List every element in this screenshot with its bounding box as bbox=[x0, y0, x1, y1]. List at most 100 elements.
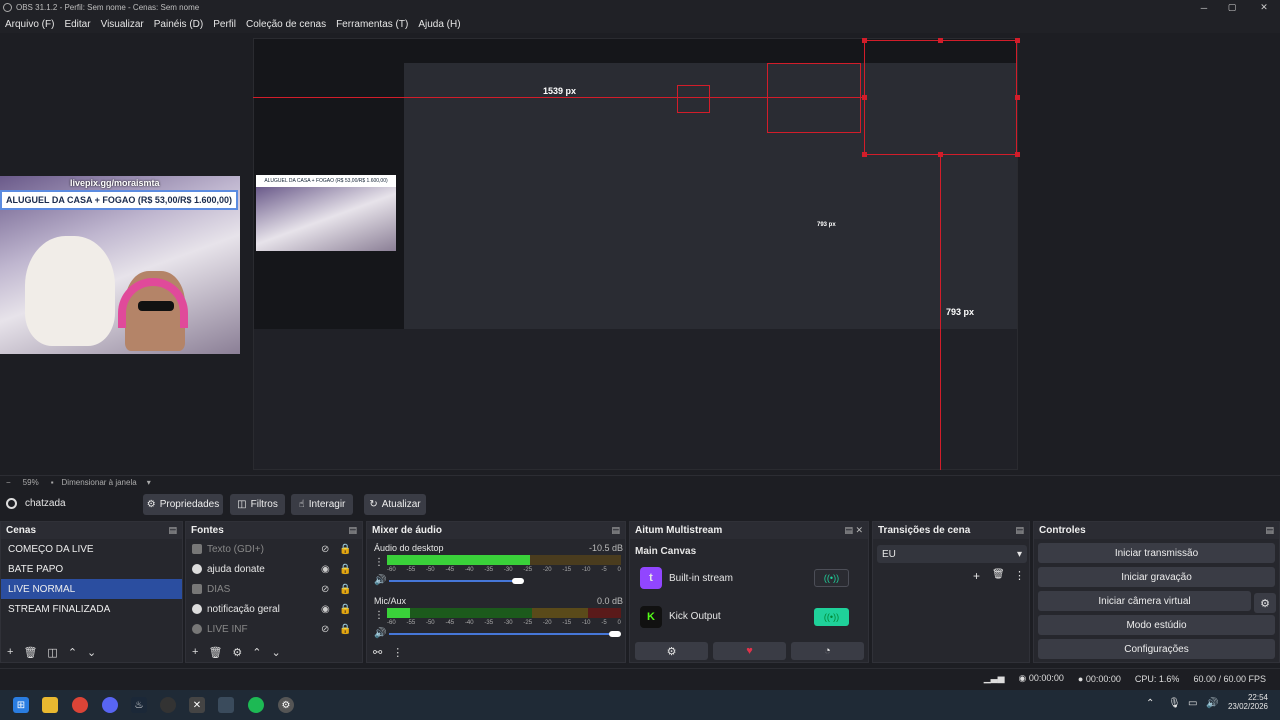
volume-icon[interactable]: 🔊 bbox=[1206, 698, 1218, 709]
move-down-icon[interactable]: ⌄ bbox=[272, 646, 281, 659]
resize-handle[interactable] bbox=[862, 95, 867, 100]
lock-icon[interactable]: 🔒 bbox=[339, 564, 351, 575]
add-transition-icon[interactable]: + bbox=[973, 569, 980, 583]
menu-editar[interactable]: Editar bbox=[59, 19, 95, 30]
resize-handle[interactable] bbox=[1015, 38, 1020, 43]
eye-off-icon[interactable]: ⊘ bbox=[321, 584, 329, 595]
stream-toggle-button-active[interactable]: ((•)) bbox=[814, 608, 849, 626]
minimize-button[interactable]: ─ bbox=[1190, 0, 1218, 15]
lock-icon[interactable]: 🔒 bbox=[339, 624, 351, 635]
resize-handle[interactable] bbox=[862, 38, 867, 43]
terminal-icon[interactable] bbox=[218, 697, 234, 713]
dock-menu-icon[interactable]: ▤ bbox=[1015, 525, 1024, 536]
file-explorer-icon[interactable] bbox=[42, 697, 58, 713]
gear-icon[interactable]: ⚙ bbox=[635, 642, 708, 660]
scene-item[interactable]: BATE PAPO bbox=[1, 559, 182, 579]
volume-slider-handle[interactable] bbox=[512, 578, 525, 584]
gear-icon[interactable]: ⚙ bbox=[1254, 593, 1276, 613]
start-recording-button[interactable]: Iniciar gravação bbox=[1038, 567, 1275, 587]
eye-icon[interactable]: ◉ bbox=[321, 604, 330, 615]
windows-start-icon[interactable]: ⊞ bbox=[13, 697, 29, 713]
chevron-up-icon[interactable]: ⌃ bbox=[1146, 698, 1154, 709]
resize-handle[interactable] bbox=[1015, 95, 1020, 100]
dock-menu-icon[interactable]: ▤ ✕ bbox=[844, 525, 863, 536]
channel-menu-icon[interactable]: ⋮ bbox=[374, 557, 384, 568]
start-stream-button[interactable]: Iniciar transmissão bbox=[1038, 543, 1275, 563]
chrome-icon[interactable] bbox=[72, 697, 88, 713]
trash-icon[interactable]: 🗑 bbox=[23, 646, 37, 659]
menu-colecao-cenas[interactable]: Coleção de cenas bbox=[241, 19, 331, 30]
lock-icon[interactable]: 🔒 bbox=[339, 584, 351, 595]
scene-item[interactable]: STREAM FINALIZADA bbox=[1, 599, 182, 619]
studio-mode-button[interactable]: Modo estúdio bbox=[1038, 615, 1275, 635]
steam-icon[interactable]: ♨ bbox=[131, 697, 147, 713]
settings-button[interactable]: Configurações bbox=[1038, 639, 1275, 659]
menu-arquivo[interactable]: Arquivo (F) bbox=[0, 19, 59, 30]
volume-slider-handle[interactable] bbox=[609, 631, 621, 637]
clock[interactable]: 22:54 23/02/2026 bbox=[1226, 693, 1268, 711]
trash-icon[interactable]: 🗑 bbox=[992, 569, 1005, 580]
start-virtual-camera-button[interactable]: Iniciar câmera virtual bbox=[1038, 591, 1251, 611]
interact-button[interactable]: ☝ Interagir bbox=[291, 494, 353, 515]
scene-item-selected[interactable]: LIVE NORMAL bbox=[1, 579, 182, 599]
source-item[interactable]: notificação geral ◉ 🔒 bbox=[186, 599, 362, 619]
resize-handle[interactable] bbox=[938, 38, 943, 43]
add-source-icon[interactable]: + bbox=[192, 646, 198, 658]
source-item[interactable]: ajuda donate ◉ 🔒 bbox=[186, 559, 362, 579]
dock-menu-icon[interactable]: ▤ bbox=[348, 525, 357, 536]
speaker-icon[interactable]: 🔊 bbox=[374, 575, 386, 586]
stream-toggle-button[interactable]: ((•)) bbox=[814, 569, 849, 587]
menu-paineis[interactable]: Painéis (D) bbox=[149, 19, 208, 30]
zoom-minus[interactable]: − bbox=[6, 478, 11, 487]
more-icon[interactable]: ⋮ bbox=[1014, 569, 1025, 582]
trash-icon[interactable]: 🗑 bbox=[208, 646, 222, 659]
gear-icon[interactable]: ⚙ bbox=[232, 646, 242, 659]
obs-icon[interactable]: ⚙ bbox=[278, 697, 294, 713]
move-up-icon[interactable]: ⌃ bbox=[68, 646, 77, 659]
source-item[interactable]: DIAS ⊘ 🔒 bbox=[186, 579, 362, 599]
resize-handle[interactable] bbox=[1015, 152, 1020, 157]
volume-slider-track[interactable] bbox=[389, 633, 619, 635]
channel-menu-icon[interactable]: ⋮ bbox=[374, 610, 384, 621]
properties-button[interactable]: ⚙ Propriedades bbox=[143, 494, 223, 515]
link-icon[interactable]: ⚯ bbox=[373, 646, 382, 659]
microphone-icon[interactable]: 🎙 bbox=[1168, 698, 1181, 709]
heart-icon[interactable]: ♥ bbox=[713, 642, 786, 660]
transition-select[interactable]: EU ▾ bbox=[877, 545, 1027, 563]
clock-app-icon[interactable] bbox=[160, 697, 176, 713]
chevron-down-icon[interactable]: ▾ bbox=[147, 478, 151, 487]
resize-handle[interactable] bbox=[862, 152, 867, 157]
filters-button[interactable]: ◫ Filtros bbox=[230, 494, 285, 515]
zoom-slider[interactable]: ▪ bbox=[51, 478, 54, 487]
eye-off-icon[interactable]: ⊘ bbox=[321, 544, 329, 555]
eye-icon[interactable]: ◉ bbox=[321, 564, 330, 575]
spotify-icon[interactable] bbox=[248, 697, 264, 713]
maximize-button[interactable]: ▢ bbox=[1218, 0, 1246, 15]
lock-icon[interactable]: 🔒 bbox=[339, 544, 351, 555]
zoom-mode[interactable]: Dimensionar à janela bbox=[62, 478, 137, 487]
resize-handle[interactable] bbox=[938, 152, 943, 157]
menu-perfil[interactable]: Perfil bbox=[208, 19, 241, 30]
discord-icon[interactable]: ◔ bbox=[791, 642, 864, 660]
volume-slider-track[interactable] bbox=[389, 580, 523, 582]
filter-icon[interactable]: ◫ bbox=[47, 646, 57, 659]
source-item[interactable]: LIVE INF ⊘ 🔒 bbox=[186, 619, 362, 639]
menu-ajuda[interactable]: Ajuda (H) bbox=[413, 19, 465, 30]
selection-box[interactable] bbox=[864, 40, 1017, 155]
source-item[interactable]: Texto (GDI+) ⊘ 🔒 bbox=[186, 539, 362, 559]
move-down-icon[interactable]: ⌄ bbox=[87, 646, 96, 659]
zoom-value[interactable]: 59% bbox=[23, 478, 39, 487]
menu-ferramentas[interactable]: Ferramentas (T) bbox=[331, 19, 413, 30]
network-icon[interactable]: ▭ bbox=[1188, 698, 1197, 709]
more-icon[interactable]: ⋮ bbox=[392, 646, 403, 659]
menu-visualizar[interactable]: Visualizar bbox=[96, 19, 149, 30]
lock-icon[interactable]: 🔒 bbox=[339, 604, 351, 615]
scene-item[interactable]: COMEÇO DA LIVE bbox=[1, 539, 182, 559]
dock-menu-icon[interactable]: ▤ bbox=[1265, 525, 1274, 536]
eye-off-icon[interactable]: ⊘ bbox=[321, 624, 329, 635]
close-window-button[interactable]: ✕ bbox=[1250, 0, 1278, 15]
dock-menu-icon[interactable]: ▤ bbox=[168, 525, 177, 536]
speaker-icon[interactable]: 🔊 bbox=[374, 628, 386, 639]
refresh-button[interactable]: ↻ Atualizar bbox=[364, 494, 426, 515]
dock-menu-icon[interactable]: ▤ bbox=[611, 525, 620, 536]
